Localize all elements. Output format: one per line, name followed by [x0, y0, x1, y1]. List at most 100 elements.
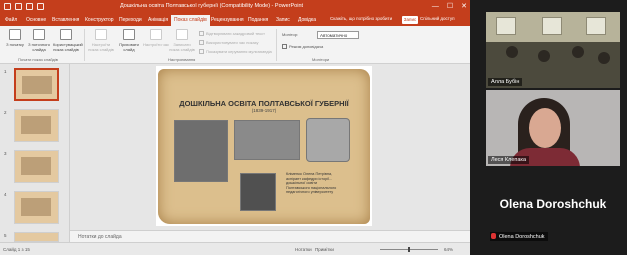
tab-slideshow[interactable]: Показ слайдів — [171, 15, 210, 26]
thumb-number: 2 — [4, 110, 7, 115]
powerpoint-window: Дошкільна освіта Полтавської губернії (C… — [0, 0, 470, 255]
notes-pane[interactable]: Нотатки до слайда — [70, 230, 470, 242]
slide-editing-area: ДОШКІЛЬНА ОСВІТА ПОЛТАВСЬКОЇ ГУБЕРНІЇ (1… — [70, 64, 470, 230]
use-timings-checkbox[interactable]: Використовувати час показу — [199, 40, 258, 45]
monitor-select[interactable]: Автоматично — [317, 31, 359, 39]
screen: Дошкільна освіта Полтавської губернії (C… — [0, 0, 627, 255]
slide-thumbnail[interactable] — [14, 68, 59, 101]
redo-icon[interactable] — [26, 3, 33, 10]
group-monitors: Монітори — [312, 57, 330, 62]
checkbox-icon — [199, 49, 204, 54]
window-in-video — [496, 17, 516, 35]
zoom-thumb[interactable] — [408, 247, 410, 252]
slide-thumbnail[interactable] — [14, 191, 59, 224]
tab-animations[interactable]: Анімація — [148, 17, 168, 23]
checkbox-icon — [282, 44, 287, 49]
zoom-slider[interactable] — [380, 247, 438, 252]
group-setup: Настроювання — [168, 57, 196, 62]
hide-slide-icon — [123, 29, 135, 40]
ribbon-divider — [84, 29, 85, 61]
photo-portrait — [240, 173, 276, 211]
custom-slideshow-button[interactable]: Користувацький показ слайдів — [53, 29, 83, 55]
close-button[interactable]: ✕ — [461, 2, 467, 11]
custom-show-icon — [60, 29, 72, 40]
monitor-label: Монітор: — [282, 32, 299, 37]
participant-name: Алла Бубін — [488, 78, 523, 86]
maximize-button[interactable]: ☐ — [447, 2, 453, 11]
status-bar: Слайд 1 з 15 Нотатки Примітки 64% — [0, 242, 470, 255]
tab-help[interactable]: Довідка — [298, 17, 316, 23]
muted-mic-icon — [491, 233, 496, 239]
ribbon-tabs: Файл Основне Вставлення Конструктор Пере… — [0, 14, 470, 26]
record-icon — [176, 29, 188, 40]
thumb-number: 5 — [4, 233, 7, 238]
tab-transitions[interactable]: Переходи — [119, 17, 142, 23]
slide-title: ДОШКІЛЬНА ОСВІТА ПОЛТАВСЬКОЇ ГУБЕРНІЇ — [179, 99, 349, 108]
presenter-view-checkbox[interactable]: Режим доповідача — [282, 44, 323, 49]
tab-insert[interactable]: Вставлення — [52, 17, 79, 23]
title-bar: Дошкільна освіта Полтавської губернії (C… — [0, 0, 470, 14]
tab-view[interactable]: Подання — [248, 17, 268, 23]
tab-review[interactable]: Рецензування — [211, 17, 244, 23]
group-start-slideshow: Почати показ слайдів — [18, 57, 58, 62]
slide-thumbnail[interactable] — [14, 150, 59, 183]
ribbon-divider — [276, 29, 277, 61]
save-icon[interactable] — [4, 3, 11, 10]
start-slideshow-icon[interactable] — [37, 3, 44, 10]
slide-counter: Слайд 1 з 15 — [3, 247, 30, 252]
slide-thumbnail[interactable] — [14, 109, 59, 142]
slide-subtitle: (1839-1917) — [251, 108, 277, 113]
slide-caption: Кліменко Олена Петрівна, аспірант кафедр… — [286, 172, 337, 195]
video-tile[interactable]: Алла Бубін — [486, 12, 620, 88]
tab-recording[interactable]: Запис — [276, 17, 290, 23]
record-button[interactable]: Запис — [402, 16, 418, 24]
zoom-level[interactable]: 64% — [444, 247, 453, 252]
participant-name: Леся Клепака — [488, 156, 530, 164]
media-controls-checkbox[interactable]: Показувати керування мультимедіа — [199, 49, 272, 54]
from-current-slide-button[interactable]: З поточного слайда — [26, 29, 52, 55]
checkbox-icon — [199, 40, 204, 45]
slide-thumbnail-pane: 1 2 3 4 5 — [0, 64, 70, 244]
person-head — [572, 46, 584, 58]
record-slideshow-button[interactable]: Записати показ слайдів — [169, 29, 195, 55]
self-view-label: Olena Doroshchuk — [490, 232, 548, 241]
slide-thumbnail[interactable] — [14, 232, 59, 242]
thumb-number: 1 — [4, 69, 7, 74]
person-head — [598, 52, 610, 64]
setup-icon — [95, 29, 107, 40]
tab-home[interactable]: Основне — [26, 17, 46, 23]
photo-children — [174, 120, 228, 182]
person-head — [538, 50, 550, 62]
minimize-button[interactable]: — — [432, 2, 439, 11]
tab-design[interactable]: Конструктор — [85, 17, 114, 23]
thumbnail-image — [21, 157, 51, 175]
notes-button[interactable]: Нотатки — [295, 247, 312, 252]
setup-slideshow-button[interactable]: Настроїти показ слайдів — [88, 29, 114, 55]
comments-button[interactable]: Примітки — [315, 247, 334, 252]
document-title: Дошкільна освіта Полтавської губернії (C… — [120, 3, 304, 9]
current-slide-icon — [33, 29, 45, 40]
from-beginning-button[interactable]: З початку — [2, 29, 28, 55]
share-button[interactable]: Спільний доступ — [420, 16, 455, 21]
photo-city — [234, 120, 300, 160]
self-view-name: Olena Doroshchuk — [499, 197, 607, 211]
photo-toddlers — [306, 118, 350, 162]
window-in-video — [586, 17, 606, 35]
thumb-number: 4 — [4, 192, 7, 197]
notes-placeholder: Нотатки до слайда — [78, 234, 122, 240]
slideshow-start-icon — [9, 29, 21, 40]
current-slide[interactable]: ДОШКІЛЬНА ОСВІТА ПОЛТАВСЬКОЇ ГУБЕРНІЇ (1… — [156, 66, 372, 226]
thumbnail-image — [22, 76, 52, 94]
tab-file[interactable]: Файл — [5, 17, 17, 23]
person-face — [529, 108, 561, 148]
thumbnail-image — [21, 198, 51, 216]
checkbox-icon — [199, 31, 204, 36]
video-tile[interactable]: Леся Клепака — [486, 90, 620, 166]
window-in-video — [542, 17, 562, 35]
rehearse-timings-button[interactable]: Настроїти час — [143, 29, 169, 55]
ribbon: З початку З поточного слайда Користуваць… — [0, 26, 470, 64]
thumb-number: 3 — [4, 151, 7, 156]
play-narrations-checkbox[interactable]: Відтворювати закадровий текст — [199, 31, 265, 36]
hide-slide-button[interactable]: Приховати слайд — [116, 29, 142, 55]
undo-icon[interactable] — [15, 3, 22, 10]
